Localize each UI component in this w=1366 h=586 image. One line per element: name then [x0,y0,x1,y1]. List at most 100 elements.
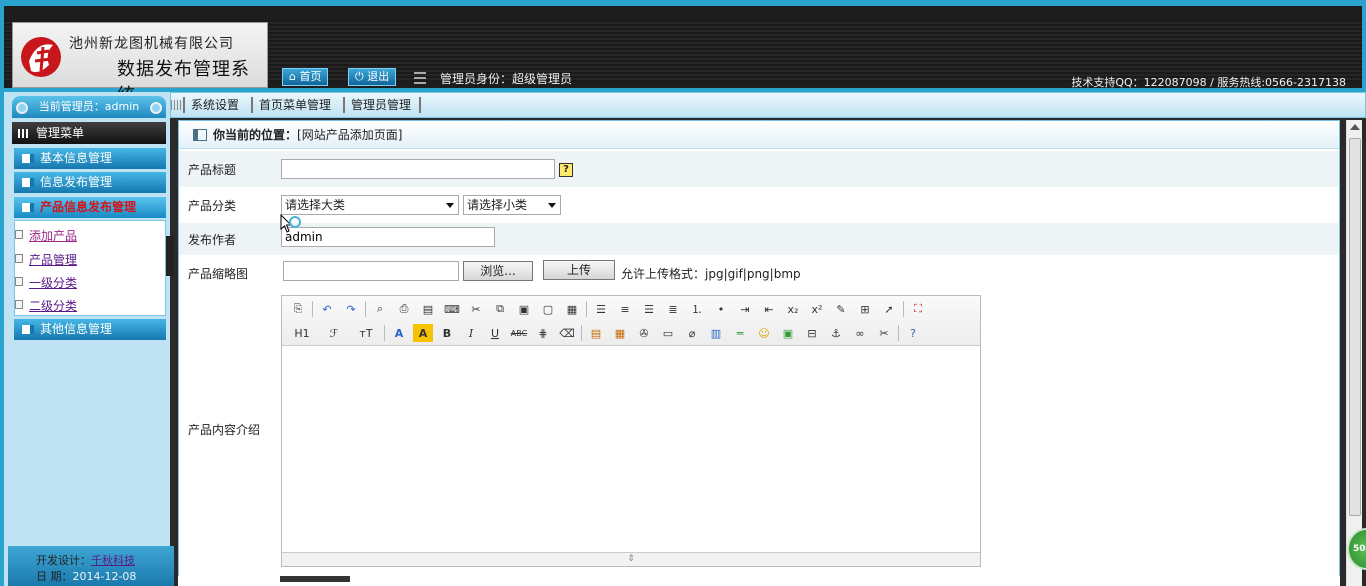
underline-button[interactable]: U [485,324,505,342]
horizontal-rule-icon[interactable]: ⋕ [533,324,553,342]
design-link[interactable]: 千秋科技 [91,554,135,567]
form-row-thumbnail: 产品缩略图 浏览... 上传 允许上传格式：jpg|gif|png|bmp [179,255,1339,291]
subscript-icon[interactable]: x₂ [783,300,803,318]
toolbar-separator [581,325,582,341]
tab-system-settings[interactable]: 系统设置 [183,97,239,113]
nav-divider [419,97,421,113]
attachment-icon[interactable]: ⌀ [682,324,702,342]
italic-button[interactable]: I [461,324,481,342]
align-justify-icon[interactable]: ≣ [663,300,683,318]
copy-icon[interactable]: ⧉ [490,300,510,318]
fullscreen-icon[interactable]: ⛶ [908,300,928,318]
minor-category-select[interactable]: 请选择小类 [463,195,561,215]
select-all-icon[interactable]: ⊞ [855,300,875,318]
vertical-scrollbar[interactable] [1346,120,1362,586]
editor-content-area[interactable] [282,347,980,553]
table-icon[interactable]: ▥ [706,324,726,342]
thumbnail-file-input[interactable] [283,261,459,281]
sidebar-collapse-handle[interactable] [166,236,174,276]
paste-plain-icon[interactable]: ▢ [538,300,558,318]
font-color-icon[interactable]: A [389,324,409,342]
scroll-up-icon[interactable] [1350,124,1360,130]
insert-image-icon[interactable]: ▤ [586,324,606,342]
browse-button[interactable]: 浏览... [463,261,533,281]
sidebar-category-info-publish[interactable]: 信息发布管理 [14,172,166,193]
form-row-category: 产品分类 请选择大类 请选择小类 [179,187,1339,223]
link-icon[interactable]: ∞ [850,324,870,342]
menu-bars-icon [171,100,181,110]
toolbar-separator [365,301,366,317]
clear-format-icon[interactable]: ✎ [831,300,851,318]
current-admin-text: 当前管理员：admin [38,100,140,113]
flash-icon[interactable]: ✇ [634,324,654,342]
unordered-list-icon[interactable]: • [711,300,731,318]
submit-button-edge[interactable] [280,576,350,582]
scroll-thumb[interactable] [1349,138,1361,516]
editor-resize-handle[interactable]: ⇕ [282,552,980,566]
ordered-list-icon[interactable]: ⒈ [687,300,707,318]
sidebar-category-basic-info[interactable]: 基本信息管理 [14,148,166,169]
font-family-button[interactable]: ℱ [320,324,348,342]
product-title-input[interactable] [281,159,555,179]
anchor-icon[interactable]: ⚓ [826,324,846,342]
toolbar-separator [898,325,899,341]
tab-home-menu[interactable]: 首页菜单管理 [251,97,331,113]
code-icon[interactable]: ⌨ [442,300,462,318]
sidebar-item-level1-category[interactable]: 一级分类 [15,274,77,291]
sidebar-item-level2-category[interactable]: 二级分类 [15,297,78,314]
unlink-icon[interactable]: ✂ [874,324,894,342]
strikethrough-button[interactable]: ABC [509,324,529,342]
superscript-icon[interactable]: x² [807,300,827,318]
indent-icon[interactable]: ⇥ [735,300,755,318]
undo-icon[interactable]: ↶ [317,300,337,318]
font-size-button[interactable]: тT [352,324,380,342]
emoticon-icon[interactable]: ☺ [754,324,774,342]
logout-label: 退出 [367,70,390,83]
page-icon [15,230,23,239]
bold-button[interactable]: B [437,324,457,342]
major-category-select[interactable]: 请选择大类 [281,195,459,215]
insert-hr-icon[interactable]: ═ [730,324,750,342]
sidebar-category-product-publish[interactable]: 产品信息发布管理 [14,197,166,218]
paste-icon[interactable]: ▣ [514,300,534,318]
main-content: 你当前的位置：[网站产品添加页面] 产品标题 ? 产品分类 请选择大类 请选择小… [178,120,1340,586]
insert-multi-image-icon[interactable]: ▦ [610,324,630,342]
tab-admin-manage[interactable]: 管理员管理 [343,97,411,113]
logout-button[interactable]: ⏻ 退出 [348,68,397,86]
print-icon[interactable]: ⎙ [394,300,414,318]
sidebar-item-product-manage[interactable]: 产品管理 [15,251,78,268]
heading-button[interactable]: H1 [288,324,316,342]
page-break-icon[interactable]: ⊟ [802,324,822,342]
cut-icon[interactable]: ✂ [466,300,486,318]
upload-button[interactable]: 上传 [543,260,615,280]
image-icon[interactable]: ▣ [778,324,798,342]
sidebar-category-other-info[interactable]: 其他信息管理 [14,319,166,340]
author-input[interactable] [281,227,495,247]
align-center-icon[interactable]: ≡ [615,300,635,318]
eraser-icon[interactable]: ⌫ [557,324,577,342]
company-logo-icon [21,37,61,77]
align-right-icon[interactable]: ☰ [639,300,659,318]
home-button[interactable]: ⌂ 首页 [282,68,329,86]
outdent-icon[interactable]: ⇤ [759,300,779,318]
category-icon [22,178,34,187]
help-circle-icon[interactable]: ? [903,324,923,342]
source-icon[interactable]: ⎘ [288,300,308,318]
redo-icon[interactable]: ↷ [341,300,361,318]
sub-item-label: 产品管理 [29,253,78,267]
sidebar-item-add-product[interactable]: 添加产品 [15,227,77,244]
align-left-icon[interactable]: ☰ [591,300,611,318]
bottom-strip [178,576,1340,586]
window-icon [193,129,207,141]
template-icon[interactable]: ▤ [418,300,438,318]
support-info: 技术支持QQ：122087098 / 服务热线:0566-2317138 [1071,76,1346,89]
select-icon[interactable]: ➚ [879,300,899,318]
media-icon[interactable]: ▭ [658,324,678,342]
paste-word-icon[interactable]: ▦ [562,300,582,318]
sub-item-label: 二级分类 [29,299,78,313]
highlight-color-icon[interactable]: A [413,324,433,342]
toolbar-separator [586,301,587,317]
preview-icon[interactable]: ⌕ [370,300,390,318]
product-submenu: 添加产品 产品管理 一级分类 二级分类 [14,220,166,316]
help-icon[interactable]: ? [559,163,573,177]
